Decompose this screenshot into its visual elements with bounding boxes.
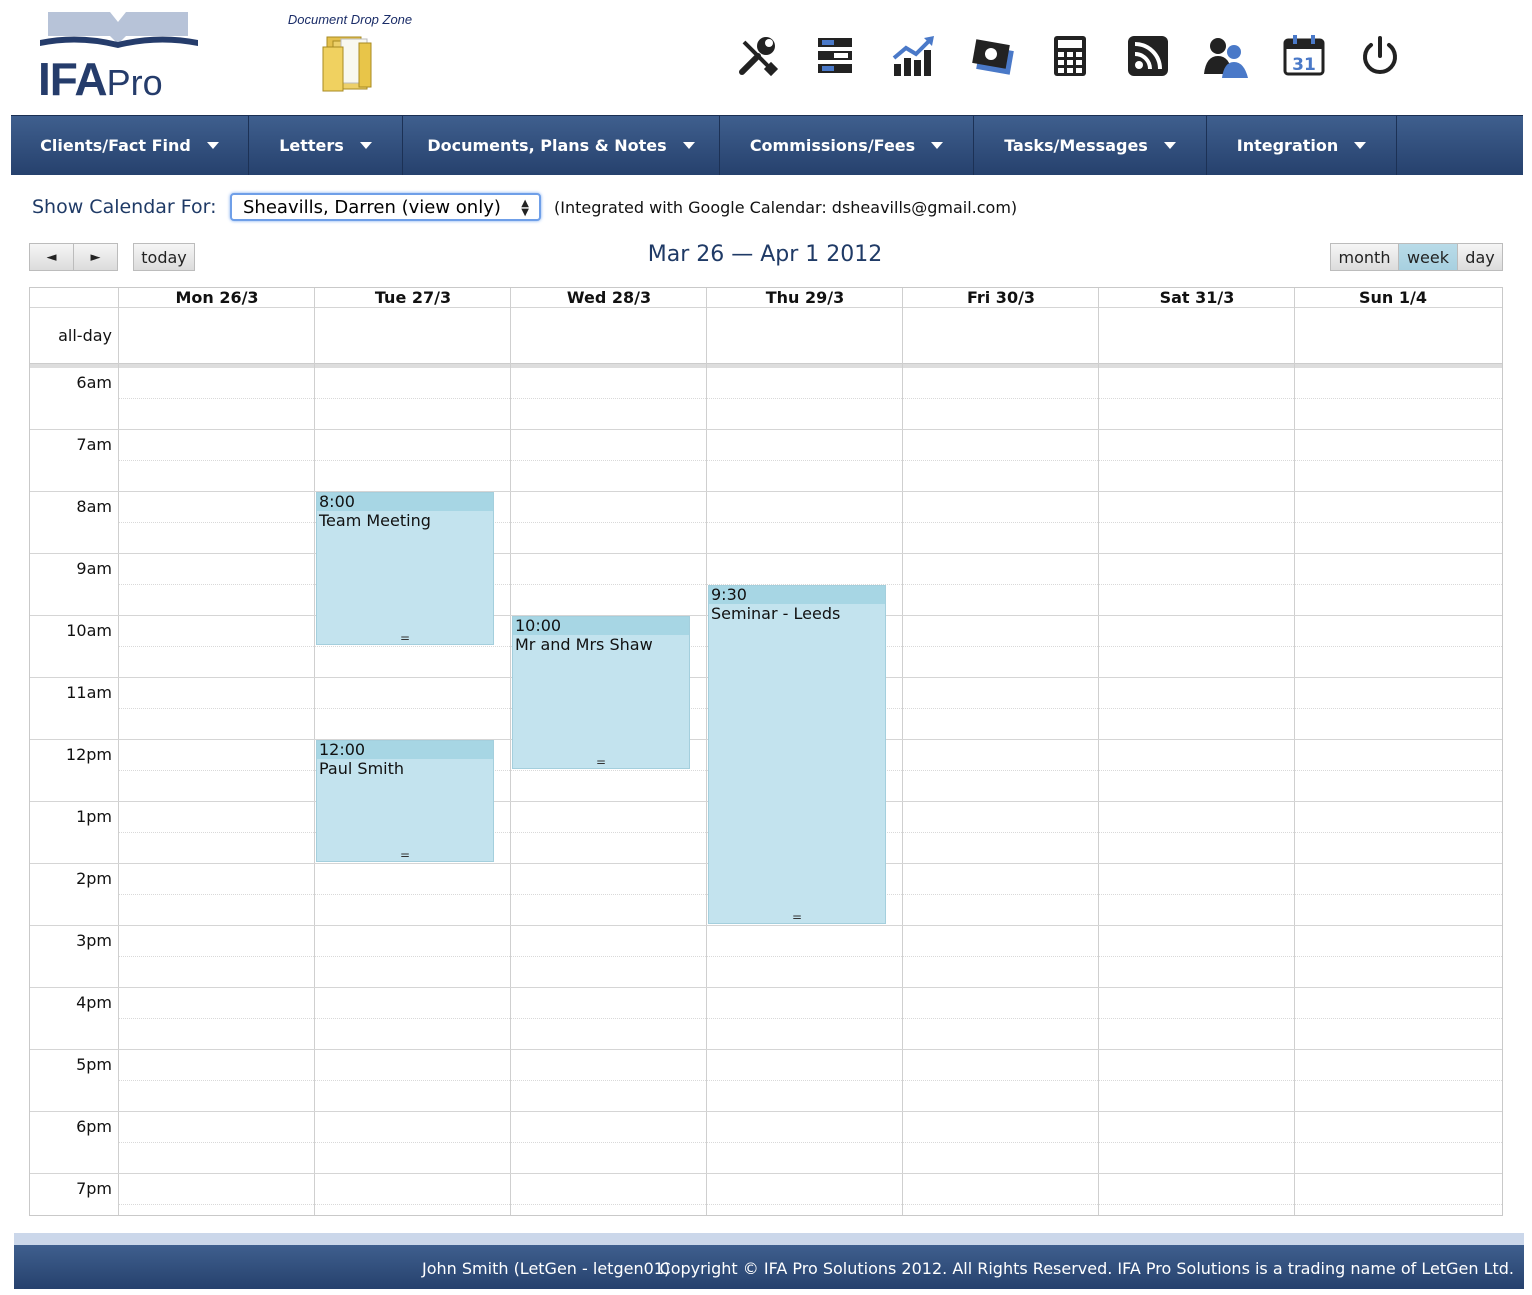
time-label: 11am (66, 683, 112, 702)
calendar-event[interactable]: 12:00 Paul Smith = (316, 740, 494, 862)
view-month-button[interactable]: month (1330, 243, 1399, 271)
day-header: Thu 29/3 (765, 288, 845, 307)
day-header: Tue 27/3 (374, 288, 452, 307)
calendar-event[interactable]: 8:00 Team Meeting = (316, 492, 494, 645)
nav-letters[interactable]: Letters (249, 116, 403, 175)
nav-commissions-fees[interactable]: Commissions/Fees (720, 116, 974, 175)
today-button[interactable]: today (133, 243, 195, 271)
time-label: 12pm (65, 745, 112, 764)
event-time: 12:00 (317, 741, 493, 759)
event-time: 9:30 (709, 586, 885, 604)
day-header: Wed 28/3 (566, 288, 652, 307)
footer-strip (14, 1233, 1524, 1245)
time-label: 6am (76, 373, 112, 392)
book-logo-icon (40, 12, 198, 48)
nav-tasks-messages[interactable]: Tasks/Messages (974, 116, 1207, 175)
nav-integration[interactable]: Integration (1207, 116, 1397, 175)
folder-icon (322, 36, 372, 92)
chevron-down-icon (1163, 142, 1176, 149)
time-label: 8am (76, 497, 112, 516)
calendar-icon-text: 31 (1292, 55, 1316, 75)
logo-light: Pro (106, 62, 163, 103)
resize-handle-icon[interactable]: = (513, 756, 689, 768)
resize-handle-icon[interactable]: = (709, 911, 885, 923)
resize-handle-icon[interactable]: = (317, 632, 493, 644)
day-header: Sat 31/3 (1159, 288, 1235, 307)
event-time: 10:00 (513, 617, 689, 635)
day-header: Mon 26/3 (175, 288, 259, 307)
select-arrows-icon: ▲ ▼ (521, 198, 529, 218)
next-week-button[interactable]: ► (73, 243, 118, 271)
chevron-down-icon (206, 142, 219, 149)
event-title: Team Meeting (319, 511, 431, 530)
calendar-event[interactable]: 10:00 Mr and Mrs Shaw = (512, 616, 690, 769)
footer-copyright: Copyright © IFA Pro Solutions 2012. All … (659, 1259, 1514, 1278)
power-icon[interactable] (1354, 30, 1406, 82)
time-label: 9am (76, 559, 112, 578)
event-title: Seminar - Leeds (711, 604, 841, 623)
footer: John Smith (LetGen - letgen01) Copyright… (14, 1245, 1524, 1289)
server-icon[interactable] (810, 30, 862, 82)
view-week-button[interactable]: week (1398, 243, 1458, 271)
allday-label: all-day (58, 326, 112, 345)
chevron-down-icon (931, 142, 944, 149)
time-label: 6pm (76, 1117, 112, 1136)
time-label: 4pm (76, 993, 112, 1012)
calendar-date-range-title: Mar 26 — Apr 1 2012 (647, 242, 883, 267)
calendar-user-selected: Sheavills, Darren (view only) (243, 196, 501, 218)
week-calendar-grid: all-day Mon 26/3 Tue 27/3 Wed 28/3 Thu 29/3… (29, 287, 1503, 1216)
day-header: Sun 1/4 (1359, 288, 1427, 307)
main-nav: Clients/Fact Find Letters Documents, Pla… (11, 115, 1523, 175)
time-label: 7pm (76, 1179, 112, 1198)
show-calendar-label: Show Calendar For: (32, 196, 217, 218)
calendar-event[interactable]: 9:30 Seminar - Leeds = (708, 585, 886, 924)
time-label: 2pm (76, 869, 112, 888)
time-label: 7am (76, 435, 112, 454)
calendar-icon[interactable]: 31 (1278, 30, 1330, 82)
google-integration-note: (Integrated with Google Calendar: dsheav… (554, 198, 1018, 217)
event-title: Paul Smith (319, 759, 405, 778)
document-drop-zone[interactable]: Document Drop Zone (282, 12, 418, 97)
chevron-down-icon (682, 142, 695, 149)
ifa-pro-logo[interactable]: IFAPro (38, 10, 200, 103)
time-label: 10am (66, 621, 112, 640)
time-label: 1pm (76, 807, 112, 826)
event-title: Mr and Mrs Shaw (515, 635, 653, 654)
users-icon[interactable] (1200, 30, 1252, 82)
event-time: 8:00 (317, 493, 493, 511)
chevron-down-icon (359, 142, 372, 149)
logo-bold: IFA (38, 53, 108, 105)
banknotes-icon[interactable] (966, 30, 1018, 82)
calendar-user-select[interactable]: Sheavills, Darren (view only) ▲ ▼ (230, 193, 541, 221)
dropzone-label: Document Drop Zone (287, 12, 413, 27)
tools-icon[interactable] (732, 30, 784, 82)
calculator-icon[interactable] (1044, 30, 1096, 82)
nav-clients-fact-find[interactable]: Clients/Fact Find (11, 116, 249, 175)
time-label: 5pm (76, 1055, 112, 1074)
prev-week-button[interactable]: ◄ (29, 243, 74, 271)
nav-documents-plans-notes[interactable]: Documents, Plans & Notes (403, 116, 720, 175)
chevron-down-icon (1354, 142, 1367, 149)
chart-growth-icon[interactable] (888, 30, 940, 82)
view-day-button[interactable]: day (1457, 243, 1503, 271)
time-label: 3pm (76, 931, 112, 950)
resize-handle-icon[interactable]: = (317, 849, 493, 861)
rss-icon[interactable] (1122, 30, 1174, 82)
footer-user: John Smith (LetGen - letgen01) (422, 1259, 671, 1278)
day-header: Fri 30/3 (966, 288, 1036, 307)
